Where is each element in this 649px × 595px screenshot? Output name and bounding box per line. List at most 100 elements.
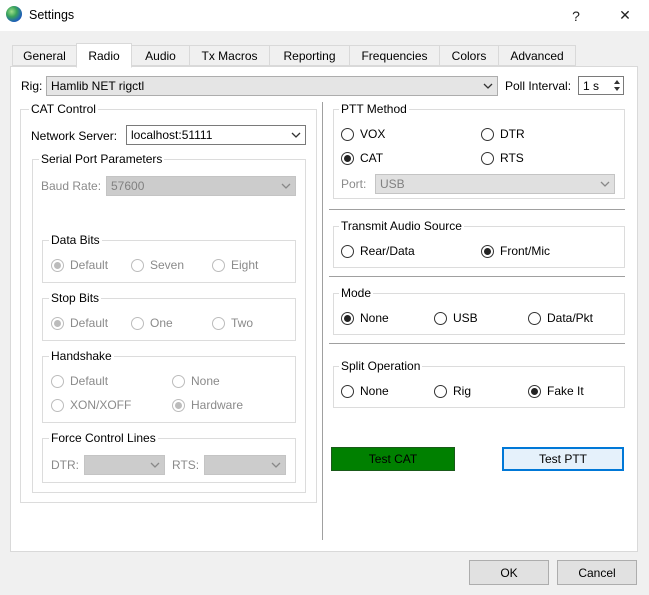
chevron-down-icon bbox=[281, 183, 291, 189]
port-select[interactable]: USB bbox=[375, 174, 615, 194]
radio-circle bbox=[212, 258, 225, 272]
radio-circle bbox=[481, 151, 494, 165]
tab-radio[interactable]: Radio bbox=[76, 43, 132, 68]
radio-circle bbox=[51, 398, 64, 412]
spin-arrows-icon[interactable] bbox=[613, 78, 621, 93]
radio-label: Data/Pkt bbox=[547, 311, 594, 325]
radio-label: None bbox=[360, 311, 389, 325]
radio-label: None bbox=[360, 384, 389, 398]
stop-bits-default-radio[interactable]: Default bbox=[51, 316, 108, 330]
tab-audio[interactable]: Audio bbox=[131, 45, 190, 66]
handshake-hardware-radio[interactable]: Hardware bbox=[172, 398, 243, 412]
poll-interval-label: Poll Interval: bbox=[505, 79, 572, 93]
split-fake-it-radio[interactable]: Fake It bbox=[528, 384, 584, 398]
handshake-xonxoff-radio[interactable]: XON/XOFF bbox=[51, 398, 131, 412]
radio-label: Two bbox=[231, 316, 254, 330]
radio-circle bbox=[51, 316, 64, 330]
tab-colors[interactable]: Colors bbox=[439, 45, 499, 66]
baud-rate-select[interactable]: 57600 bbox=[106, 176, 296, 196]
radio-label: USB bbox=[453, 311, 478, 325]
tab-general[interactable]: General bbox=[12, 45, 77, 66]
network-server-value: localhost:51111 bbox=[131, 128, 213, 142]
network-server-label: Network Server: bbox=[31, 129, 118, 143]
radio-label: DTR bbox=[500, 127, 525, 141]
baud-rate-value: 57600 bbox=[111, 179, 145, 193]
data-bits-seven-radio[interactable]: Seven bbox=[131, 258, 184, 272]
cancel-button[interactable]: Cancel bbox=[557, 560, 637, 585]
stop-bits-two-radio[interactable]: Two bbox=[212, 316, 253, 330]
ptt-rts-radio[interactable]: RTS bbox=[481, 151, 524, 165]
radio-circle bbox=[51, 258, 64, 272]
data-bits-eight-radio[interactable]: Eight bbox=[212, 258, 258, 272]
radio-label: RTS bbox=[500, 151, 524, 165]
mode-data-pkt-radio[interactable]: Data/Pkt bbox=[528, 311, 593, 325]
split-rig-radio[interactable]: Rig bbox=[434, 384, 471, 398]
mode-none-radio[interactable]: None bbox=[341, 311, 389, 325]
close-button[interactable]: ✕ bbox=[602, 2, 648, 29]
port-value: USB bbox=[380, 177, 405, 191]
rts-label: RTS: bbox=[172, 458, 200, 472]
radio-circle bbox=[212, 316, 225, 330]
mode-usb-radio[interactable]: USB bbox=[434, 311, 478, 325]
radio-circle bbox=[341, 127, 354, 141]
chevron-down-icon bbox=[483, 83, 493, 89]
radio-label: None bbox=[191, 374, 220, 388]
radio-circle bbox=[528, 311, 541, 325]
data-bits-default-radio[interactable]: Default bbox=[51, 258, 108, 272]
force-control-title: Force Control Lines bbox=[49, 431, 158, 445]
radio-circle bbox=[341, 151, 354, 165]
help-button[interactable]: ? bbox=[553, 2, 599, 29]
audio-source-title: Transmit Audio Source bbox=[339, 219, 464, 233]
audio-front-mic-radio[interactable]: Front/Mic bbox=[481, 244, 550, 258]
radio-circle bbox=[341, 311, 354, 325]
window-title: Settings bbox=[29, 8, 75, 22]
title-bar bbox=[0, 0, 649, 31]
stop-bits-title: Stop Bits bbox=[49, 291, 102, 305]
radio-label: One bbox=[150, 316, 173, 330]
radio-circle bbox=[481, 244, 494, 258]
radio-label: VOX bbox=[360, 127, 386, 141]
rts-select[interactable] bbox=[204, 455, 286, 475]
rig-value: Hamlib NET rigctl bbox=[51, 79, 145, 93]
radio-circle bbox=[172, 398, 185, 412]
tab-advanced[interactable]: Advanced bbox=[498, 45, 576, 66]
handshake-group bbox=[42, 356, 296, 423]
data-bits-title: Data Bits bbox=[49, 233, 102, 247]
rig-select[interactable]: Hamlib NET rigctl bbox=[46, 76, 498, 96]
split-none-radio[interactable]: None bbox=[341, 384, 389, 398]
stop-bits-one-radio[interactable]: One bbox=[131, 316, 173, 330]
poll-interval-value: 1 s bbox=[583, 79, 600, 93]
radio-circle bbox=[51, 374, 64, 388]
ptt-vox-radio[interactable]: VOX bbox=[341, 127, 385, 141]
chevron-down-icon bbox=[271, 462, 281, 468]
radio-circle bbox=[341, 244, 354, 258]
split-operation-title: Split Operation bbox=[339, 359, 423, 373]
ptt-cat-radio[interactable]: CAT bbox=[341, 151, 383, 165]
network-server-select[interactable]: localhost:51111 bbox=[126, 125, 306, 145]
radio-label: Rear/Data bbox=[360, 244, 415, 258]
test-ptt-button[interactable]: Test PTT bbox=[502, 447, 624, 471]
ok-button[interactable]: OK bbox=[469, 560, 549, 585]
tab-tx-macros[interactable]: Tx Macros bbox=[189, 45, 270, 66]
tab-reporting[interactable]: Reporting bbox=[269, 45, 350, 66]
chevron-down-icon bbox=[600, 181, 610, 187]
poll-interval-spinbox[interactable]: 1 s bbox=[578, 76, 624, 95]
radio-circle bbox=[131, 258, 144, 272]
serial-port-title: Serial Port Parameters bbox=[39, 152, 165, 166]
test-cat-button[interactable]: Test CAT bbox=[331, 447, 455, 471]
cat-control-title: CAT Control bbox=[29, 102, 98, 116]
handshake-none-radio[interactable]: None bbox=[172, 374, 220, 388]
vertical-divider bbox=[322, 102, 323, 540]
radio-label: Front/Mic bbox=[500, 244, 551, 258]
radio-label: CAT bbox=[360, 151, 384, 165]
audio-rear-data-radio[interactable]: Rear/Data bbox=[341, 244, 415, 258]
rig-label: Rig: bbox=[21, 79, 43, 93]
handshake-default-radio[interactable]: Default bbox=[51, 374, 108, 388]
radio-label: Rig bbox=[453, 384, 472, 398]
ptt-dtr-radio[interactable]: DTR bbox=[481, 127, 525, 141]
radio-circle bbox=[434, 384, 447, 398]
radio-label: Fake It bbox=[547, 384, 584, 398]
dtr-select[interactable] bbox=[84, 455, 165, 475]
tab-frequencies[interactable]: Frequencies bbox=[349, 45, 440, 66]
radio-circle bbox=[528, 384, 541, 398]
